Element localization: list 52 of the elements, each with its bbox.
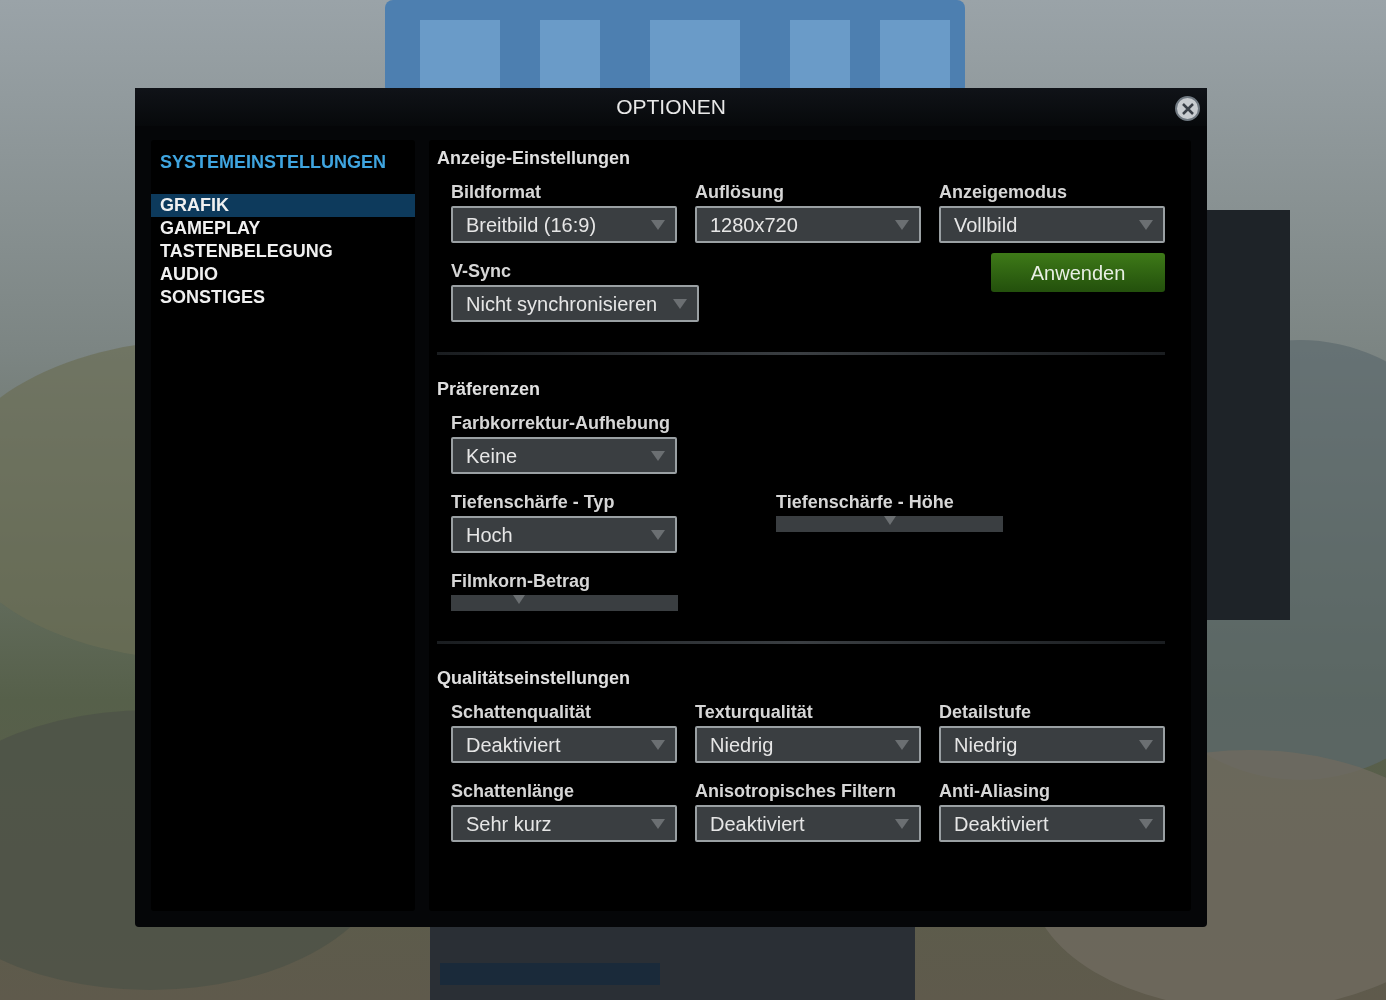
caret-icon xyxy=(651,739,665,750)
dropdown[interactable]: Deaktiviert xyxy=(695,805,921,842)
field-label: Anzeigemodus xyxy=(939,181,1068,204)
field-label: Schattenqualität xyxy=(451,701,593,724)
dropdown[interactable]: Vollbild xyxy=(939,206,1165,243)
field-label: Farbkorrektur-Aufhebung xyxy=(451,412,671,435)
sidebar-item[interactable]: AUDIO xyxy=(151,263,415,286)
field-label: Auflösung xyxy=(695,181,785,204)
sidebar-item[interactable]: TASTENBELEGUNG xyxy=(151,240,415,263)
field-label: Detailstufe xyxy=(939,701,1033,724)
field-label: Anisotropisches Filtern xyxy=(695,780,898,803)
caret-icon xyxy=(1139,818,1153,829)
dropdown[interactable]: Deaktiviert xyxy=(451,726,677,763)
field-label: Schattenlänge xyxy=(451,780,576,803)
field-label: Tiefenschärfe - Höhe xyxy=(776,491,955,514)
apply-button[interactable]: Anwenden xyxy=(991,253,1165,292)
dropdown[interactable]: Sehr kurz xyxy=(451,805,677,842)
field-label: Tiefenschärfe - Typ xyxy=(451,491,616,514)
dropdown[interactable]: Breitbild (16:9) xyxy=(451,206,677,243)
dropdown[interactable]: Niedrig xyxy=(695,726,921,763)
section-title: Anzeige-Einstellungen xyxy=(437,147,632,170)
field-label: V-Sync xyxy=(451,260,513,283)
field-label: Bildformat xyxy=(451,181,542,204)
dropdown[interactable]: 1280x720 xyxy=(695,206,921,243)
caret-icon xyxy=(895,739,909,750)
caret-icon xyxy=(673,298,688,309)
caret-icon xyxy=(895,818,909,829)
dropdown[interactable]: Nicht synchronisieren xyxy=(451,285,700,322)
caret-icon xyxy=(651,450,665,461)
caret-icon xyxy=(895,219,909,230)
section-title: Qualitätseinstellungen xyxy=(437,667,632,690)
dropdown[interactable]: Keine xyxy=(451,437,677,474)
sidebar-item[interactable]: SONSTIGES xyxy=(151,286,415,309)
field-label: Filmkorn-Betrag xyxy=(451,570,592,593)
dropdown[interactable]: Niedrig xyxy=(939,726,1165,763)
dropdown[interactable]: Hoch xyxy=(451,516,677,553)
sidebar-item[interactable]: GRAFIK xyxy=(151,194,415,217)
window-title: OPTIONEN xyxy=(616,94,726,121)
close-button[interactable] xyxy=(1175,96,1200,121)
section-title: Präferenzen xyxy=(437,378,542,401)
sidebar-heading: SYSTEMEINSTELLUNGEN xyxy=(159,151,388,174)
field-label: Anti-Aliasing xyxy=(939,780,1051,803)
dropdown[interactable]: Deaktiviert xyxy=(939,805,1165,842)
caret-icon xyxy=(651,529,665,540)
caret-icon xyxy=(1139,219,1153,230)
slider-thumb[interactable] xyxy=(883,516,896,525)
caret-icon xyxy=(651,219,665,230)
sidebar-item[interactable]: GAMEPLAY xyxy=(151,217,415,240)
caret-icon xyxy=(651,818,665,829)
close-icon xyxy=(1181,102,1194,115)
slider-thumb[interactable] xyxy=(513,595,526,604)
field-label: Texturqualität xyxy=(695,701,814,724)
